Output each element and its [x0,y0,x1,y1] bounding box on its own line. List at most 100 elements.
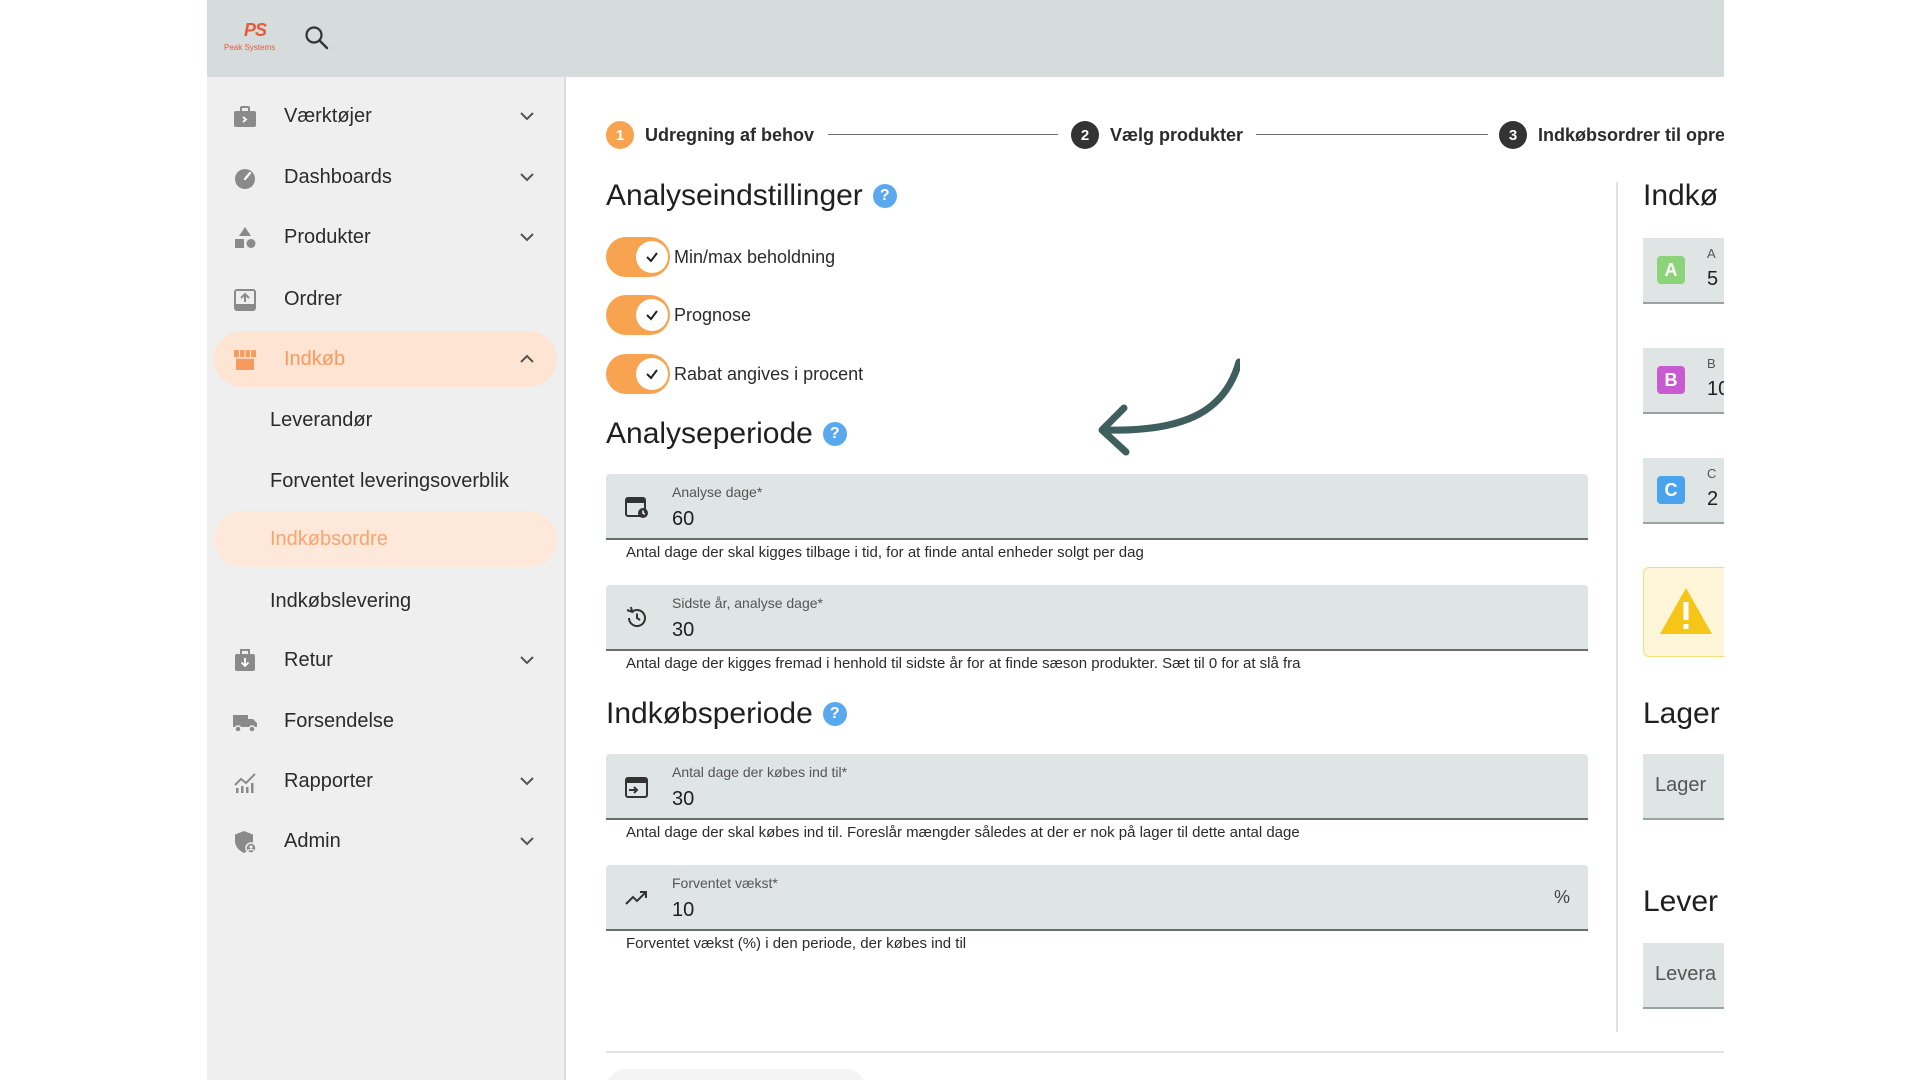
right-panel-title: Indkø [1643,179,1719,212]
inbox-upload-icon [234,289,256,311]
column-divider [1616,182,1618,1032]
check-icon [636,241,668,273]
step-number: 1 [606,121,634,149]
field-value: 30 [672,619,695,641]
leverandoer-title: Lever [1643,885,1719,918]
step-label: Udregning af behov [645,124,815,145]
section-title-analyseperiode: Analyseperiode ? [606,417,847,451]
rabat-procent-toggle[interactable] [606,354,670,394]
sidebar-subitem-label: Leverandør [270,408,373,431]
toggle-row-min-max: Min/max beholdning [606,237,835,277]
sidste-aar-analyse-dage-field[interactable]: Sidste år, analyse dage* 30 [606,585,1588,651]
search-icon [305,26,329,50]
step-udregning-af-behov[interactable]: 1 Udregning af behov [606,120,814,150]
toggle-label: Min/max beholdning [674,246,836,267]
step-indkoebsordrer[interactable]: 3 Indkøbsordrer til opre [1499,120,1724,150]
sidebar-item-admin[interactable]: Admin [214,813,557,869]
return-box-icon [235,649,255,671]
footer-divider [606,1051,1724,1053]
company-logo[interactable]: PS Peak Systems [224,20,290,56]
sidebar-item-produkter[interactable]: Produkter [214,209,557,265]
section-title-text: Analyseindstillinger [606,179,863,212]
help-icon[interactable]: ? [822,702,847,726]
toggle-label: Prognose [674,304,752,325]
app-window: PS Peak Systems Værktøjer Dashboards Pro… [207,0,1724,1080]
sidebar-item-label: Rapporter [284,769,373,792]
badge-label: A [1707,246,1716,261]
briefcase-icon [234,106,256,127]
badge-label: B [1707,356,1716,371]
lager-title: Lager [1643,697,1720,730]
analyse-dage-hint: Antal dage der skal kigges tilbage i tid… [626,544,1144,561]
sidebar-item-label: Admin [284,829,341,852]
logo-text: Peak Systems [224,43,276,52]
section-title-indkoebsperiode: Indkøbsperiode ? [606,697,847,731]
step-number: 2 [1071,121,1099,149]
step-connector [828,134,1058,135]
step-vaelg-produkter[interactable]: 2 Vælg produkter [1071,120,1243,150]
abc-card-c: C C 2 [1643,458,1724,524]
badge-value: 5 [1707,268,1719,290]
chevron-down-icon [520,656,534,665]
prognose-toggle[interactable] [606,295,670,335]
sidebar-item-retur[interactable]: Retur [214,632,557,688]
sidebar-subitem-indkoebsordre[interactable]: Indkøbsordre [214,511,557,567]
shield-user-icon [235,831,257,854]
sidebar-item-label: Retur [284,648,333,671]
analyse-dage-field[interactable]: Analyse dage* 60 [606,474,1588,540]
stepper: 1 Udregning af behov 2 Vælg produkter 3 … [606,120,1724,150]
store-icon [234,350,256,370]
chevron-down-icon [520,777,534,786]
step-label: Indkøbsordrer til opre [1538,124,1724,145]
section-title-text: Indkøbsperiode [606,697,813,730]
field-value: 10 [672,899,695,921]
sidebar-item-vaerktoejer[interactable]: Værktøjer [214,88,557,144]
top-bar: PS Peak Systems [207,0,1724,77]
badge-value: 2 [1707,488,1719,510]
field-label: Analyse dage* [672,484,763,500]
sidebar-subitem-label: Indkøbsordre [270,527,388,550]
chevron-up-icon [520,354,534,363]
toggle-row-prognose: Prognose [606,295,751,335]
lager-placeholder: Lager [1655,774,1707,796]
sidebar-item-rapporter[interactable]: Rapporter [214,753,557,809]
sidebar-subitem-indkoebslevering[interactable]: Indkøbslevering [214,573,557,629]
help-icon[interactable]: ? [872,184,897,208]
shapes-icon [235,227,256,248]
leverandoer-placeholder: Levera [1655,963,1717,985]
section-title-text: Analyseperiode [606,417,813,450]
search-button[interactable] [303,24,331,52]
chart-icon [234,773,256,793]
annotation-arrow-icon [1098,358,1240,456]
sidebar-subitem-label: Indkøbslevering [270,589,412,612]
sidebar-item-dashboards[interactable]: Dashboards [214,149,557,205]
footer-button[interactable] [606,1069,866,1080]
badge-b: B [1657,366,1685,394]
sidebar-item-ordrer[interactable]: Ordrer [214,271,557,327]
forventet-vaekst-field[interactable]: Forventet vækst* 10 % [606,865,1588,931]
lager-select[interactable]: Lager [1643,754,1724,820]
abc-card-a: A A 5 [1643,238,1724,304]
sidebar-item-forsendelse[interactable]: Forsendelse [214,693,557,749]
badge-label: C [1707,466,1717,481]
warning-card [1643,567,1724,657]
toggle-label: Rabat angives i procent [674,363,864,384]
antal-dage-koebes-field[interactable]: Antal dage der købes ind til* 30 [606,754,1588,820]
chevron-down-icon [520,837,534,846]
step-connector [1256,134,1488,135]
sidebar-subitem-forventet-leveringsoverblik[interactable]: Forventet leveringsoverblik [214,453,557,509]
leverandoer-select[interactable]: Levera [1643,943,1724,1009]
help-icon[interactable]: ? [822,422,847,446]
badge-a: A [1657,256,1685,284]
calendar-clock-icon [625,497,648,518]
history-icon [626,606,646,627]
abc-card-b: B B 10 [1643,348,1724,414]
warning-icon [1660,588,1712,634]
antal-dage-koebes-hint: Antal dage der skal købes ind til. Fores… [626,824,1300,841]
sidebar-item-indkoeb[interactable]: Indkøb [214,331,557,387]
min-max-toggle[interactable] [606,237,670,277]
chevron-down-icon [520,173,534,182]
logo-mark: PS [244,20,267,40]
sidebar: Værktøjer Dashboards Produkter Ordrer In… [207,77,566,1080]
sidebar-subitem-leverandoer[interactable]: Leverandør [214,392,557,448]
